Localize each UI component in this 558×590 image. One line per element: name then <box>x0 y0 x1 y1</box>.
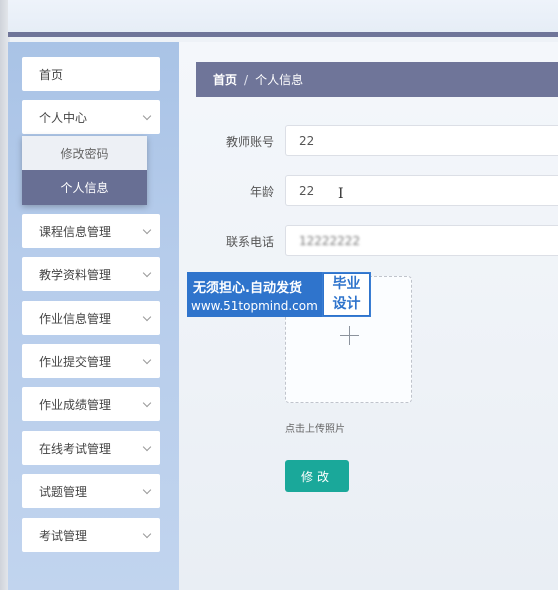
chevron-down-icon <box>142 225 152 235</box>
submit-button-label: 修改 <box>300 469 333 484</box>
breadcrumb-home[interactable]: 首页 <box>213 71 237 88</box>
watermark-badge: 毕业 设计 <box>323 273 370 316</box>
age-value: 22 <box>299 183 315 198</box>
phone-label: 联系电话 <box>225 235 274 249</box>
sidebar-item-label: 教学资料管理 <box>39 267 112 282</box>
submenu-item-profile[interactable]: 个人信息 <box>22 170 147 205</box>
watermark-panel: 无须担心.自动发货 www.51topmind.com <box>187 272 322 317</box>
sidebar-item-homework-grades[interactable]: 作业成绩管理 <box>22 387 160 421</box>
sidebar-item-label: 作业信息管理 <box>39 311 112 326</box>
top-header <box>8 0 558 37</box>
chevron-down-icon <box>142 312 152 322</box>
sidebar-item-label: 作业提交管理 <box>39 354 112 369</box>
sidebar-item-label: 作业成绩管理 <box>39 397 112 412</box>
age-label: 年龄 <box>249 185 274 199</box>
sidebar-item-exam-management[interactable]: 考试管理 <box>22 518 160 552</box>
sidebar-item-label: 在线考试管理 <box>39 441 112 456</box>
breadcrumb-separator: / <box>244 72 249 87</box>
phone-field[interactable]: 12222222 <box>285 225 558 256</box>
breadcrumb-current: 个人信息 <box>255 73 304 87</box>
submit-button[interactable]: 修改 <box>285 460 349 492</box>
watermark-badge-line1: 毕业 <box>332 276 361 292</box>
chevron-down-icon <box>142 111 152 121</box>
sidebar-item-online-exam[interactable]: 在线考试管理 <box>22 431 160 465</box>
chevron-down-icon <box>142 398 152 408</box>
watermark: 无须担心.自动发货 www.51topmind.com 毕业 设计 <box>187 272 371 317</box>
sidebar-item-course-info[interactable]: 课程信息管理 <box>22 214 160 248</box>
sidebar-item-homework-submission[interactable]: 作业提交管理 <box>22 344 160 378</box>
watermark-line1: 无须担心.自动发货 <box>193 281 302 296</box>
sidebar-item-label: 考试管理 <box>39 528 88 543</box>
sidebar-item-label: 课程信息管理 <box>39 224 112 239</box>
account-field[interactable]: 22 <box>285 125 558 156</box>
chevron-down-icon <box>142 268 152 278</box>
account-label: 教师账号 <box>225 135 274 149</box>
submenu-item-label: 修改密码 <box>60 146 109 161</box>
sidebar-item-question-bank[interactable]: 试题管理 <box>22 474 160 508</box>
submenu-item-label: 个人信息 <box>60 181 109 195</box>
sidebar-item-personal-center[interactable]: 个人中心 <box>22 100 160 134</box>
submenu-item-change-password[interactable]: 修改密码 <box>22 136 147 170</box>
plus-icon-vertical <box>349 326 350 345</box>
chevron-down-icon <box>142 485 152 495</box>
watermark-badge-line2: 设计 <box>332 296 361 312</box>
chevron-down-icon <box>142 529 152 539</box>
phone-value: 12222222 <box>299 233 361 248</box>
sidebar-item-home[interactable]: 首页 <box>22 57 160 91</box>
upload-hint: 点击上传照片 <box>285 424 345 435</box>
sidebar-item-label: 首页 <box>39 67 64 82</box>
sidebar-item-teaching-materials[interactable]: 教学资料管理 <box>22 257 160 291</box>
text-cursor-icon: I <box>338 186 344 202</box>
chevron-down-icon <box>142 355 152 365</box>
sidebar-item-label: 试题管理 <box>39 484 88 499</box>
breadcrumb: 首页 / 个人信息 <box>196 62 558 97</box>
sidebar-item-label: 个人中心 <box>39 110 88 125</box>
sidebar-item-homework-info[interactable]: 作业信息管理 <box>22 301 160 335</box>
account-value: 22 <box>299 133 315 148</box>
sidebar: 首页 个人中心 课程信息管理 教学资料管理 作业信息管理 作业提交管理 作业成绩… <box>8 42 179 590</box>
age-field[interactable]: 22 <box>285 175 558 206</box>
chevron-down-icon <box>142 442 152 452</box>
watermark-line2: www.51topmind.com <box>191 299 318 313</box>
personal-center-submenu: 修改密码 个人信息 <box>22 136 147 205</box>
